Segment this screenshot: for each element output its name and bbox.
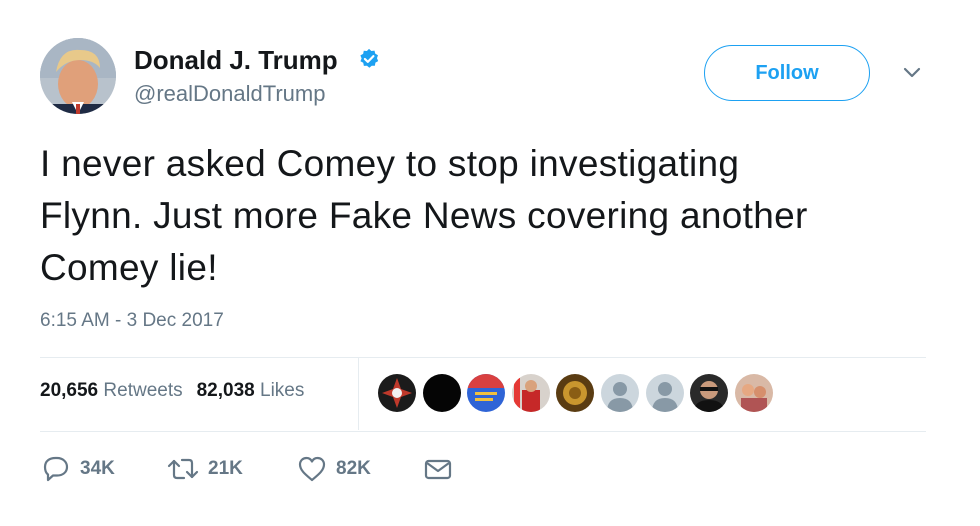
tweet-text: I never asked Comey to stop investigatin… [40, 138, 940, 294]
liker-avatar[interactable] [645, 374, 684, 412]
liker-avatar[interactable] [690, 374, 729, 412]
divider [40, 357, 926, 358]
reply-button[interactable]: 34K [40, 452, 115, 486]
follow-button[interactable]: Follow [704, 45, 870, 101]
chevron-down-icon[interactable] [900, 63, 924, 83]
display-name[interactable]: Donald J. Trump [134, 45, 338, 76]
user-handle[interactable]: @realDonaldTrump [134, 81, 325, 107]
liker-avatar[interactable] [511, 374, 550, 412]
liker-avatars [378, 374, 779, 412]
tweet-stats: 20,656 Retweets 82,038 Likes [40, 380, 304, 402]
liker-avatar[interactable] [556, 374, 595, 412]
retweet-count: 21K [208, 458, 243, 479]
divider [40, 431, 926, 432]
direct-message-button[interactable] [423, 452, 453, 486]
tweet-line: I never asked Comey to stop investigatin… [40, 143, 740, 184]
liker-avatar[interactable] [467, 374, 506, 412]
retweet-icon [167, 458, 199, 480]
tweet-line: Flynn. Just more Fake News covering anot… [40, 195, 808, 236]
heart-icon [298, 456, 326, 482]
likes-count: 82,038 [196, 380, 255, 401]
liker-avatar[interactable] [378, 374, 416, 412]
liker-avatar[interactable] [600, 374, 639, 412]
likes-label: Likes [260, 380, 305, 401]
reply-icon [43, 456, 69, 482]
liker-avatar[interactable] [422, 374, 461, 412]
retweets-label: Retweets [103, 380, 183, 401]
reply-count: 34K [80, 458, 115, 479]
likes-stat[interactable]: 82,038 Likes [197, 380, 305, 402]
retweet-button[interactable]: 21K [166, 452, 243, 486]
tweet-line: Comey lie! [40, 247, 218, 288]
stats-divider [358, 358, 359, 430]
like-button[interactable]: 82K [296, 452, 371, 486]
verified-badge-icon [360, 48, 379, 68]
like-count: 82K [336, 458, 371, 479]
retweets-count: 20,656 [40, 380, 99, 401]
envelope-icon [424, 459, 452, 480]
profile-avatar[interactable] [40, 38, 116, 114]
tweet-timestamp[interactable]: 6:15 AM - 3 Dec 2017 [40, 310, 224, 332]
retweets-stat[interactable]: 20,656 Retweets [40, 380, 183, 402]
liker-avatar[interactable] [734, 374, 773, 412]
